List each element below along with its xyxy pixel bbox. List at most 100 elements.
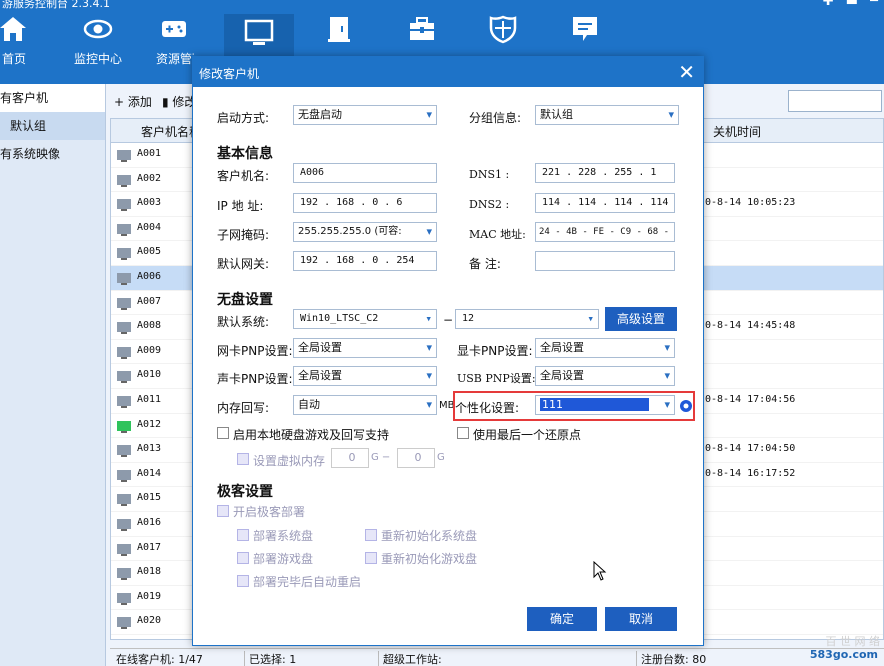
personalization-select[interactable]: 111 bbox=[535, 395, 675, 415]
computer-status-icon bbox=[117, 617, 131, 630]
watermark-text: 百 世 网 络 bbox=[825, 635, 881, 648]
client-name-cell: A005 bbox=[137, 246, 162, 258]
nic-pnp-select[interactable]: 全局设置 bbox=[293, 338, 437, 358]
mac-label: MAC 地址: bbox=[469, 228, 526, 241]
system-number-select[interactable]: 12 bbox=[455, 309, 599, 329]
auto-reboot-label: 部署完毕后自动重启 bbox=[253, 575, 362, 589]
sound-pnp-label: 声卡PNP设置: bbox=[217, 372, 293, 386]
app-title: 游服务控制台 2.3.4.1 bbox=[2, 0, 110, 10]
deploy-system-label: 部署系统盘 bbox=[253, 529, 314, 543]
document-icon bbox=[328, 17, 350, 42]
client-name-cell: A018 bbox=[137, 566, 162, 578]
mac-input[interactable]: 24 - 4B - FE - C9 - 68 - BC bbox=[535, 222, 675, 242]
deploy-game-checkbox[interactable] bbox=[237, 552, 249, 564]
shutdown-time-cell: 0-8-14 16:17:52 bbox=[705, 467, 796, 479]
client-name-cell: A001 bbox=[137, 148, 162, 159]
cancel-button[interactable]: 取消 bbox=[605, 607, 677, 631]
gpu-pnp-select[interactable]: 全局设置 bbox=[535, 338, 675, 358]
window-controls[interactable]: ✚ ▬ ─ bbox=[823, 0, 882, 9]
memory-writeback-select[interactable]: 自动 bbox=[293, 395, 437, 415]
last-restore-checkbox[interactable] bbox=[457, 427, 469, 439]
dns2-label: DNS2 : bbox=[469, 198, 510, 211]
sidebar-item-default-group[interactable]: 默认组 bbox=[0, 112, 105, 140]
auto-reboot-checkbox[interactable] bbox=[237, 575, 249, 587]
client-name-cell: A004 bbox=[137, 221, 162, 233]
deploy-game-label: 部署游戏盘 bbox=[253, 552, 314, 566]
computer-status-icon bbox=[117, 469, 131, 482]
note-input[interactable] bbox=[535, 251, 675, 271]
reinit-game-checkbox[interactable] bbox=[365, 552, 377, 564]
speed-deploy-checkbox[interactable] bbox=[217, 505, 229, 517]
client-name-cell: A002 bbox=[137, 172, 162, 184]
computer-status-icon bbox=[117, 199, 131, 212]
client-name-cell: A003 bbox=[137, 197, 162, 209]
computer-status-icon bbox=[117, 322, 131, 335]
computer-status-icon bbox=[117, 568, 131, 581]
nav-home[interactable]: 首页 bbox=[0, 14, 28, 82]
usb-pnp-select[interactable]: 全局设置 bbox=[535, 366, 675, 386]
personalization-settings-icon[interactable] bbox=[679, 399, 693, 413]
local-disk-checkbox[interactable] bbox=[217, 427, 229, 439]
boot-mode-select[interactable]: 无盘启动 bbox=[293, 105, 437, 125]
group-select[interactable]: 默认组 bbox=[535, 105, 679, 125]
toolbox-icon bbox=[410, 17, 434, 40]
virtual-memory-max-input[interactable]: 0 bbox=[397, 448, 435, 468]
dns2-input[interactable]: 114 . 114 . 114 . 114 bbox=[535, 193, 675, 213]
shield-icon bbox=[489, 15, 517, 44]
client-name-cell: A014 bbox=[137, 467, 162, 479]
computer-status-icon bbox=[117, 445, 131, 458]
shutdown-time-cell: 0-8-14 10:05:23 bbox=[705, 197, 796, 209]
ip-input[interactable]: 192 . 168 . 0 . 6 bbox=[293, 193, 437, 213]
home-icon bbox=[0, 17, 26, 41]
add-button[interactable]: + 添加 bbox=[114, 93, 152, 110]
computer-status-icon bbox=[117, 150, 131, 162]
gateway-input[interactable]: 192 . 168 . 0 . 254 bbox=[293, 251, 437, 271]
column-header-shutdown[interactable]: 关机时间 bbox=[713, 123, 761, 140]
computer-status-icon bbox=[117, 592, 131, 605]
sidebar-item-all-clients[interactable]: 有客户机 bbox=[0, 84, 105, 112]
personalization-value: 111 bbox=[540, 398, 649, 411]
advanced-settings-button[interactable]: 高级设置 bbox=[605, 307, 677, 331]
virtual-memory-min-input[interactable]: 0 bbox=[331, 448, 369, 468]
client-name-cell: A007 bbox=[137, 295, 162, 307]
usb-pnp-label: USB PNP设置: bbox=[457, 372, 536, 385]
client-name-cell: A006 bbox=[137, 270, 162, 282]
computer-status-icon bbox=[117, 518, 131, 531]
watermark-site: 583go.com bbox=[809, 648, 878, 661]
sound-pnp-select[interactable]: 全局设置 bbox=[293, 366, 437, 386]
edit-client-dialog: 修改客户机 ✕ 启动方式: 无盘启动 分组信息: 默认组 基本信息 客户机名: … bbox=[192, 56, 704, 646]
nav-monitor-label: 监控中心 bbox=[73, 52, 122, 66]
sidebar-item-system-images[interactable]: 有系统映像 bbox=[0, 140, 105, 168]
virtual-memory-checkbox[interactable] bbox=[237, 453, 249, 465]
search-input[interactable] bbox=[788, 90, 882, 112]
client-name-cell: A013 bbox=[137, 443, 162, 455]
dns1-input[interactable]: 221 . 228 . 255 . 1 bbox=[535, 163, 675, 183]
client-name-label: 客户机名: bbox=[217, 169, 270, 183]
default-system-select[interactable]: Win10_LTSC_C2 bbox=[293, 309, 437, 329]
computer-status-icon bbox=[117, 248, 131, 261]
message-icon bbox=[573, 17, 597, 41]
client-name-cell: A015 bbox=[137, 492, 162, 504]
dns1-label: DNS1 : bbox=[469, 168, 510, 181]
subnet-mask-select[interactable]: 255.255.255.0 (可容: bbox=[293, 222, 437, 242]
client-name-cell: A020 bbox=[137, 615, 162, 627]
client-name-cell: A009 bbox=[137, 344, 162, 356]
client-name-cell: A017 bbox=[137, 541, 162, 553]
deploy-system-checkbox[interactable] bbox=[237, 529, 249, 541]
ok-button[interactable]: 确定 bbox=[527, 607, 597, 631]
dash-separator: − bbox=[443, 313, 454, 327]
dialog-header: 修改客户机 ✕ bbox=[193, 57, 703, 87]
client-name-input[interactable]: A006 bbox=[293, 163, 437, 183]
reinit-system-checkbox[interactable] bbox=[365, 529, 377, 541]
client-name-cell: A016 bbox=[137, 516, 162, 528]
nav-resources[interactable]: 资源管理 bbox=[154, 14, 194, 82]
close-icon[interactable]: ✕ bbox=[678, 60, 695, 84]
speed-deploy-label: 开启极客部署 bbox=[233, 505, 306, 519]
gamepad-icon bbox=[162, 21, 186, 37]
dialog-title: 修改客户机 bbox=[199, 67, 260, 81]
shutdown-time-cell: 0-8-14 17:04:56 bbox=[705, 393, 796, 405]
computer-status-icon bbox=[117, 272, 131, 285]
computer-status-icon bbox=[117, 494, 131, 507]
selected-count: 已选择: 1 bbox=[244, 651, 296, 666]
nav-monitor[interactable]: 监控中心 bbox=[72, 14, 124, 82]
